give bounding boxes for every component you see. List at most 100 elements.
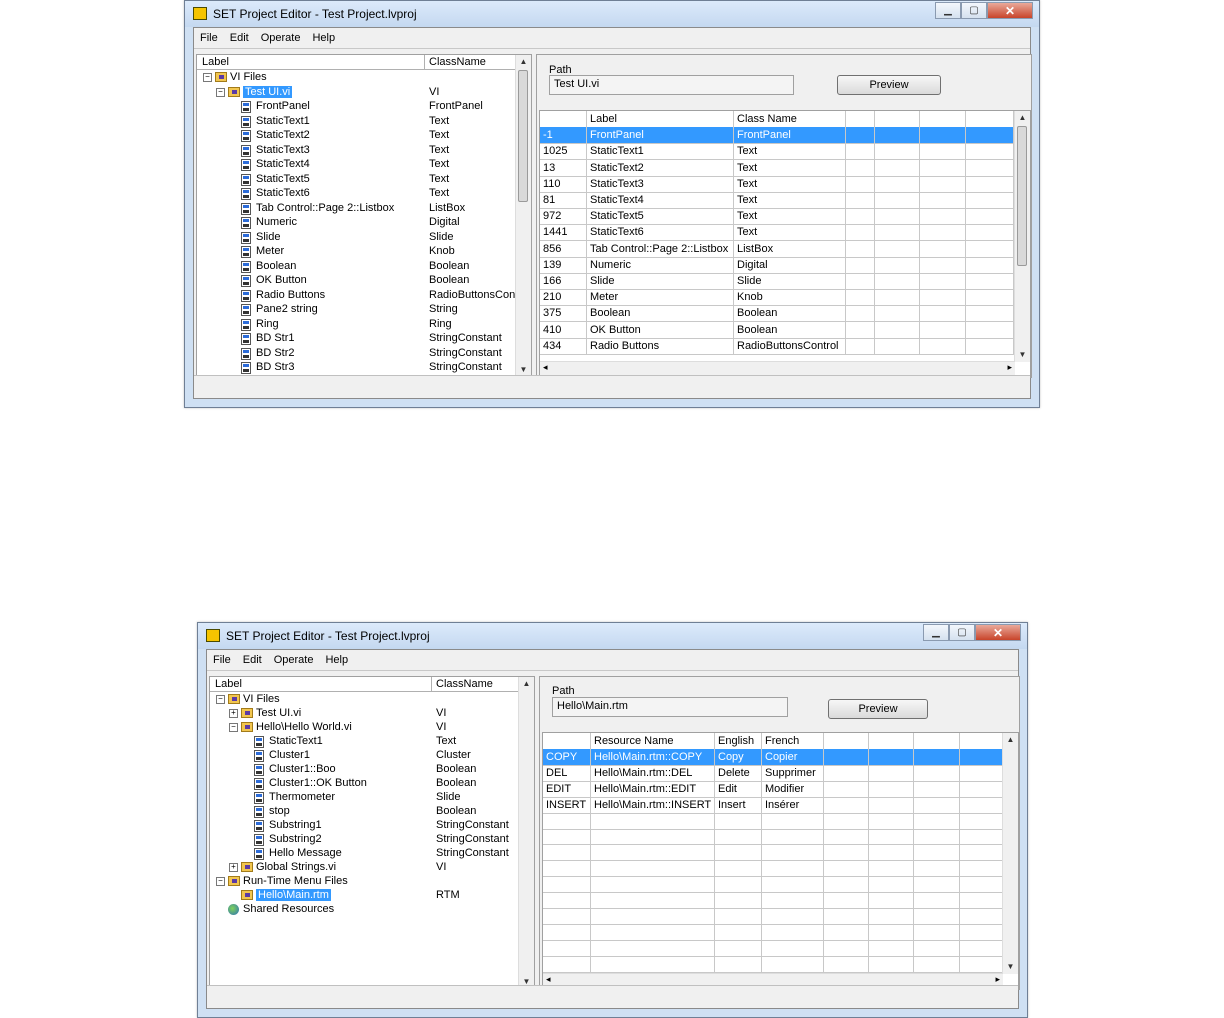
- table-cell[interactable]: [591, 860, 715, 877]
- controls-table[interactable]: Label Class Name -1 FrontPanel FrontPanel 102…: [539, 110, 1031, 377]
- table-cell[interactable]: [543, 939, 591, 956]
- table-cell[interactable]: [869, 796, 914, 813]
- scroll-left-icon[interactable]: ◂: [546, 974, 551, 985]
- tree-item[interactable]: StaticText1: [269, 734, 323, 748]
- table-cell[interactable]: [960, 764, 1003, 781]
- column-header[interactable]: [960, 733, 1003, 749]
- column-header[interactable]: [846, 111, 875, 127]
- resources-table[interactable]: Resource Name English French COPY Hello\Main…: [542, 732, 1019, 989]
- table-cell[interactable]: [869, 955, 914, 972]
- table-cell[interactable]: [920, 127, 966, 144]
- table-cell[interactable]: [960, 860, 1003, 877]
- table-cell[interactable]: [591, 939, 715, 956]
- table-cell[interactable]: [966, 224, 1014, 241]
- table-cell[interactable]: [914, 876, 960, 893]
- table-cell[interactable]: Radio Buttons: [587, 337, 734, 354]
- table-cell[interactable]: [920, 192, 966, 208]
- table-row[interactable]: 210 Meter Knob: [540, 289, 1015, 307]
- table-cell[interactable]: Digital: [734, 256, 846, 273]
- column-header[interactable]: French: [762, 733, 824, 749]
- table-cell[interactable]: [591, 876, 715, 893]
- table-cell[interactable]: Insérer: [762, 796, 824, 813]
- table-cell[interactable]: [824, 876, 869, 893]
- table-cell[interactable]: 375: [540, 305, 587, 322]
- table-cell[interactable]: Copier: [762, 748, 824, 765]
- tree-item[interactable]: Boolean: [256, 259, 296, 273]
- table-cell[interactable]: [875, 159, 920, 176]
- table-cell[interactable]: [846, 273, 875, 289]
- table-cell[interactable]: [920, 175, 966, 192]
- table-cell[interactable]: [543, 860, 591, 877]
- table-row[interactable]: 1025 StaticText1 Text: [540, 143, 1015, 161]
- table-cell[interactable]: [875, 256, 920, 273]
- table-cell[interactable]: [824, 748, 869, 765]
- table-cell[interactable]: [591, 892, 715, 908]
- table-cell[interactable]: 81: [540, 192, 587, 208]
- preview-button[interactable]: Preview: [828, 699, 928, 719]
- table-cell[interactable]: [762, 860, 824, 877]
- table-cell[interactable]: [914, 844, 960, 861]
- table-cell[interactable]: [914, 780, 960, 797]
- tree-item[interactable]: Cluster1: [269, 748, 310, 762]
- table-row[interactable]: INSERT Hello\Main.rtm::INSERT Insert Insére…: [543, 796, 1003, 814]
- table-cell[interactable]: [875, 143, 920, 160]
- table-cell[interactable]: Slide: [587, 273, 734, 289]
- table-cell[interactable]: [966, 192, 1014, 208]
- table-cell[interactable]: [846, 175, 875, 192]
- table-cell[interactable]: [715, 955, 762, 972]
- column-divider[interactable]: [431, 677, 432, 691]
- table-cell[interactable]: [543, 876, 591, 893]
- expand-icon[interactable]: +: [229, 863, 238, 872]
- table-cell[interactable]: [960, 828, 1003, 845]
- table-cell[interactable]: StaticText4: [587, 192, 734, 208]
- table-cell[interactable]: Text: [734, 143, 846, 160]
- table-cell[interactable]: StaticText5: [587, 208, 734, 225]
- path-field[interactable]: Test UI.vi: [549, 75, 794, 95]
- table-cell[interactable]: [960, 892, 1003, 908]
- table-cell[interactable]: [920, 256, 966, 273]
- table-cell[interactable]: 856: [540, 240, 587, 257]
- table-cell[interactable]: [875, 208, 920, 225]
- table-cell[interactable]: [846, 289, 875, 306]
- tree-item[interactable]: Tab Control::Page 2::Listbox: [256, 201, 394, 215]
- table-row[interactable]: 410 OK Button Boolean: [540, 321, 1015, 339]
- table-row[interactable]: [543, 844, 1003, 862]
- table-cell[interactable]: [914, 812, 960, 829]
- table-cell[interactable]: [715, 860, 762, 877]
- column-header[interactable]: [920, 111, 966, 127]
- project-tree[interactable]: Label ClassName − VI Files − Test UI.vi VI Fr…: [196, 54, 532, 378]
- tree-vertical-scrollbar[interactable]: ▲ ▼: [515, 55, 531, 377]
- tree-item[interactable]: Run-Time Menu Files: [243, 874, 348, 888]
- table-cell[interactable]: [846, 192, 875, 208]
- table-cell[interactable]: [591, 907, 715, 924]
- table-cell[interactable]: [846, 127, 875, 144]
- table-row[interactable]: [543, 828, 1003, 846]
- table-cell[interactable]: [960, 955, 1003, 972]
- table-row[interactable]: DEL Hello\Main.rtm::DEL Delete Supprimer: [543, 764, 1003, 782]
- table-cell[interactable]: Modifier: [762, 780, 824, 797]
- table-cell[interactable]: [846, 337, 875, 354]
- table-cell[interactable]: [846, 208, 875, 225]
- table-row[interactable]: [543, 955, 1003, 973]
- title-bar[interactable]: SET Project Editor - Test Project.lvproj…: [185, 1, 1039, 27]
- table-cell[interactable]: [869, 828, 914, 845]
- column-header[interactable]: [869, 733, 914, 749]
- table-cell[interactable]: [914, 860, 960, 877]
- tree-item[interactable]: stop: [269, 804, 290, 818]
- table-cell[interactable]: [914, 796, 960, 813]
- table-row[interactable]: 110 StaticText3 Text: [540, 175, 1015, 193]
- table-row[interactable]: EDIT Hello\Main.rtm::EDIT Edit Modifier: [543, 780, 1003, 798]
- title-bar[interactable]: SET Project Editor - Test Project.lvproj…: [198, 623, 1027, 649]
- table-cell[interactable]: [846, 143, 875, 160]
- table-cell[interactable]: [920, 159, 966, 176]
- table-row[interactable]: -1 FrontPanel FrontPanel: [540, 127, 1015, 145]
- table-cell[interactable]: [966, 273, 1014, 289]
- table-cell[interactable]: [762, 892, 824, 908]
- table-row[interactable]: 166 Slide Slide: [540, 273, 1015, 290]
- table-cell[interactable]: [869, 907, 914, 924]
- table-cell[interactable]: RadioButtonsControl: [734, 337, 846, 354]
- table-cell[interactable]: [875, 224, 920, 241]
- scroll-thumb[interactable]: [518, 70, 528, 202]
- table-cell[interactable]: Hello\Main.rtm::EDIT: [591, 780, 715, 797]
- menu-edit[interactable]: Edit: [237, 650, 268, 670]
